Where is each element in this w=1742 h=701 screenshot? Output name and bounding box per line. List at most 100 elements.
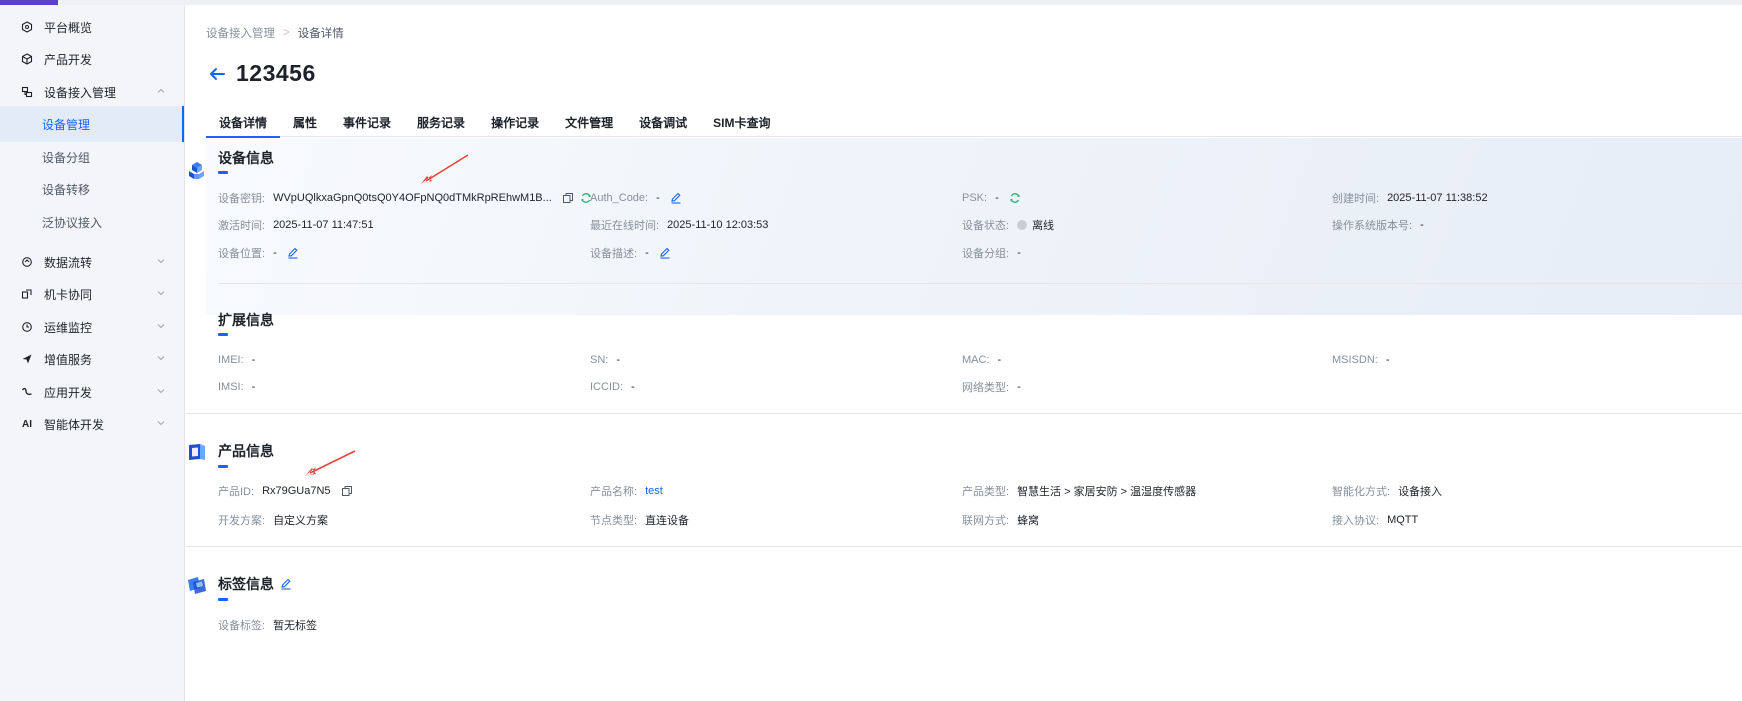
- sidebar-item-device-access[interactable]: 设备接入管理: [0, 74, 184, 110]
- main-content: 设备接入管理 > 设备详情 123456 设备详情 属性 事件记录 服务记录 操…: [186, 5, 1742, 701]
- hexagon-icon: [20, 20, 34, 34]
- sidebar-subitem-label: 设备转移: [42, 182, 91, 197]
- sidebar-subitem-generic-protocol[interactable]: 泛协议接入: [0, 204, 184, 240]
- field-label: 开发方案:: [218, 515, 266, 527]
- field-label: 设备描述:: [590, 248, 638, 260]
- field-value: 2025-11-07 11:38:52: [1387, 192, 1488, 204]
- sidebar-item-agent-dev[interactable]: AI 智能体开发: [0, 406, 184, 442]
- field-label: 智能化方式:: [1332, 486, 1391, 498]
- field-created-time: 创建时间: 2025-11-07 11:38:52: [1332, 190, 1488, 206]
- tab-file-management[interactable]: 文件管理: [552, 107, 626, 137]
- product-name-link[interactable]: test: [645, 485, 663, 497]
- field-device-secret: 设备密钥: WVpUQlkxaGpnQ0tsQ0Y4OFpNQ0dTMkRpRE…: [218, 190, 592, 206]
- field-label: 设备分组:: [962, 248, 1010, 260]
- field-value: -: [1017, 381, 1021, 393]
- section-title-device-info: 设备信息: [218, 150, 274, 166]
- field-label: SN:: [590, 354, 609, 366]
- sidebar-item-ops-monitor[interactable]: 运维监控: [0, 309, 184, 345]
- field-value: 2025-11-10 12:03:53: [667, 219, 769, 231]
- field-value: WVpUQlkxaGpnQ0tsQ0Y4OFpNQ0dTMkRpREhwM1B.…: [273, 192, 552, 204]
- field-label: 设备密钥:: [218, 193, 266, 205]
- breadcrumb-parent[interactable]: 设备接入管理: [206, 25, 275, 41]
- breadcrumb: 设备接入管理 > 设备详情: [206, 25, 344, 41]
- field-value: -: [631, 381, 635, 393]
- edit-icon[interactable]: [280, 578, 292, 590]
- tab-properties[interactable]: 属性: [280, 107, 330, 137]
- sidebar-subitem-device-group[interactable]: 设备分组: [0, 139, 184, 175]
- chevron-down-icon: [157, 259, 165, 264]
- clock-icon: [20, 320, 34, 334]
- field-value: -: [251, 381, 256, 393]
- sidebar-item-product-dev[interactable]: 产品开发: [0, 41, 184, 77]
- field-value: -: [616, 354, 621, 366]
- field-label: IMSI:: [218, 381, 244, 393]
- field-activated-time: 激活时间: 2025-11-07 11:47:51: [218, 217, 374, 233]
- field-label: IMEI:: [218, 354, 244, 366]
- sidebar-item-data-flow[interactable]: 数据流转: [0, 244, 184, 280]
- chevron-down-icon: [157, 324, 165, 329]
- breadcrumb-current: 设备详情: [297, 28, 344, 40]
- field-value: 智慧生活 > 家居安防 > 温湿度传感器: [1017, 486, 1197, 498]
- sidebar-item-label: 智能体开发: [44, 417, 105, 432]
- section-title-product-info: 产品信息: [218, 443, 274, 459]
- sidebar: 平台概览 产品开发 设备接入管理 设备管理 设备分组 设备转移 泛协议接入 数据…: [0, 5, 185, 701]
- field-label: 接入协议:: [1332, 515, 1380, 527]
- field-label: Auth_Code:: [590, 192, 649, 204]
- section-title-tag-info: 标签信息: [218, 574, 292, 594]
- field-label: PSK:: [962, 192, 988, 204]
- edit-icon[interactable]: [670, 192, 682, 204]
- field-value: -: [251, 354, 256, 366]
- field-imei: IMEI: -: [218, 352, 255, 368]
- field-last-online: 最近在线时间: 2025-11-10 12:03:53: [590, 217, 768, 233]
- tab-service-records[interactable]: 服务记录: [404, 107, 478, 137]
- cube-stack-icon: [189, 162, 204, 179]
- send-icon: [20, 352, 34, 366]
- field-label: 产品ID:: [218, 486, 255, 498]
- sidebar-subitem-label: 设备管理: [42, 117, 91, 132]
- tab-operation-records[interactable]: 操作记录: [478, 107, 552, 137]
- sidebar-subitem-device-transfer[interactable]: 设备转移: [0, 171, 184, 207]
- edit-icon[interactable]: [659, 247, 671, 259]
- field-value: 2025-11-07 11:47:51: [273, 219, 374, 231]
- field-label: MAC:: [962, 354, 990, 366]
- breadcrumb-separator: >: [283, 27, 290, 39]
- field-device-location: 设备位置: -: [218, 245, 299, 261]
- sidebar-item-label: 设备接入管理: [44, 85, 117, 100]
- tab-device-debug[interactable]: 设备调试: [626, 107, 700, 137]
- sidebar-item-app-dev[interactable]: 应用开发: [0, 374, 184, 410]
- chevron-down-icon: [157, 421, 165, 426]
- sidebar-subitem-device-management[interactable]: 设备管理: [0, 106, 184, 142]
- chevron-down-icon: [157, 389, 165, 394]
- copy-icon[interactable]: [341, 485, 353, 497]
- sidebar-item-label: 机卡协同: [44, 287, 93, 302]
- status-badge: 离线: [1032, 220, 1055, 232]
- annotation-arrow-icon: [305, 450, 356, 476]
- field-label: 产品名称:: [590, 486, 638, 498]
- copy-icon[interactable]: [562, 192, 574, 204]
- tab-sim-query[interactable]: SIM卡查询: [700, 107, 783, 137]
- field-label: 产品类型:: [962, 486, 1010, 498]
- field-msisdn: MSISDN: -: [1332, 352, 1390, 368]
- tab-bar: 设备详情 属性 事件记录 服务记录 操作记录 文件管理 设备调试 SIM卡查询: [206, 107, 1742, 138]
- tab-device-details[interactable]: 设备详情: [206, 107, 281, 138]
- tab-event-records[interactable]: 事件记录: [330, 107, 404, 137]
- tag-icon: [188, 577, 206, 594]
- field-value: Rx79GUa7N5: [262, 485, 331, 497]
- link-icon: [20, 287, 34, 301]
- edit-icon[interactable]: [287, 247, 299, 259]
- field-label: 设备位置:: [218, 248, 266, 260]
- field-os-version: 操作系统版本号: -: [1332, 217, 1424, 233]
- field-smart-mode: 智能化方式: 设备接入: [1332, 483, 1442, 499]
- sidebar-item-card-collab[interactable]: 机卡协同: [0, 276, 184, 312]
- field-label: 操作系统版本号:: [1332, 220, 1413, 232]
- field-network-type: 网络类型: -: [962, 379, 1021, 395]
- back-arrow-icon[interactable]: [206, 63, 228, 85]
- sidebar-item-label: 产品开发: [44, 52, 93, 67]
- field-label: 激活时间:: [218, 220, 266, 232]
- refresh-icon[interactable]: [1009, 192, 1021, 204]
- field-network-mode: 联网方式: 蜂窝: [962, 512, 1039, 528]
- sidebar-item-value-added[interactable]: 增值服务: [0, 341, 184, 377]
- sidebar-item-overview[interactable]: 平台概览: [0, 9, 184, 45]
- field-device-status: 设备状态: 离线: [962, 217, 1054, 233]
- sidebar-item-label: 数据流转: [44, 255, 93, 270]
